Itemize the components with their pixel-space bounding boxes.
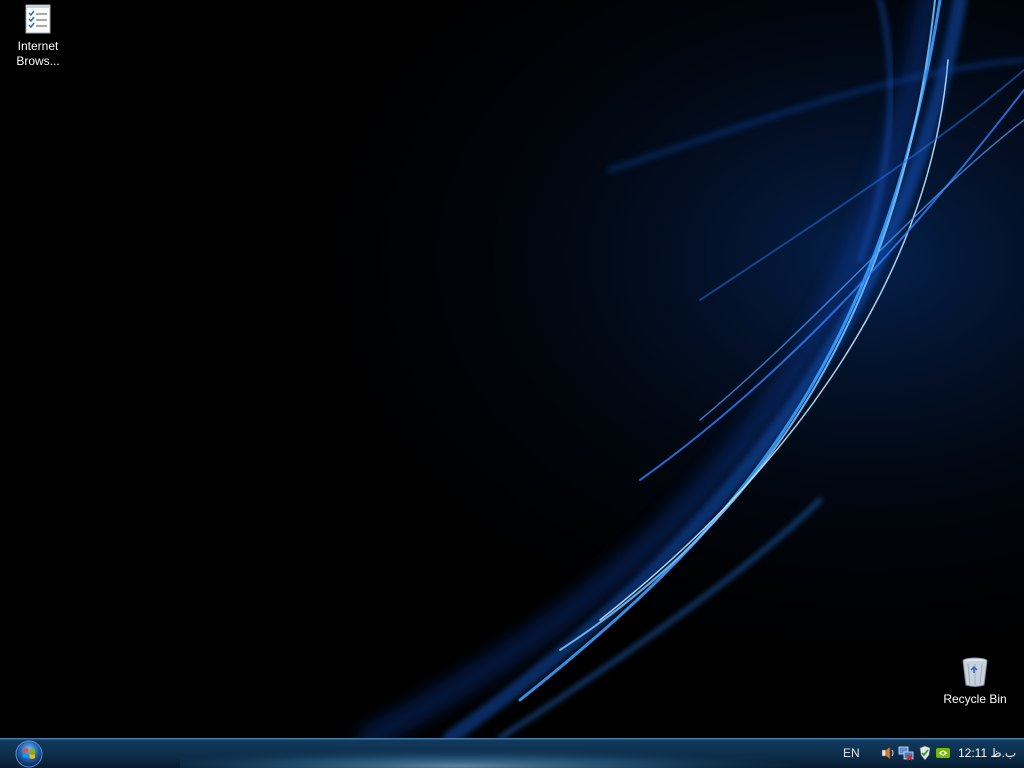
taskbar: EN 12:11 ب.ظ <box>0 738 1024 768</box>
desktop-icon-label: Internet Brows... <box>16 39 60 68</box>
language-indicator[interactable]: EN <box>843 746 860 760</box>
network-disconnected-icon[interactable] <box>898 745 914 761</box>
desktop: Internet Brows... Recycle Bin <box>0 0 1024 738</box>
taskbar-glow <box>180 739 800 768</box>
security-shield-icon[interactable] <box>917 745 933 761</box>
windows-start-orb-icon[interactable] <box>14 740 44 768</box>
wallpaper-light-streaks <box>0 0 1024 738</box>
desktop-icon-recycle-bin[interactable]: Recycle Bin <box>937 656 1013 707</box>
desktop-icon-label: Recycle Bin <box>943 692 1007 706</box>
speaker-icon[interactable] <box>880 745 896 761</box>
nvidia-icon[interactable] <box>935 745 951 761</box>
recycle-bin-icon <box>962 657 988 687</box>
system-clock[interactable]: 12:11 ب.ظ <box>958 746 1016 760</box>
desktop-icon-internet-browser[interactable]: Internet Brows... <box>0 3 76 69</box>
checklist-document-icon <box>25 4 51 34</box>
